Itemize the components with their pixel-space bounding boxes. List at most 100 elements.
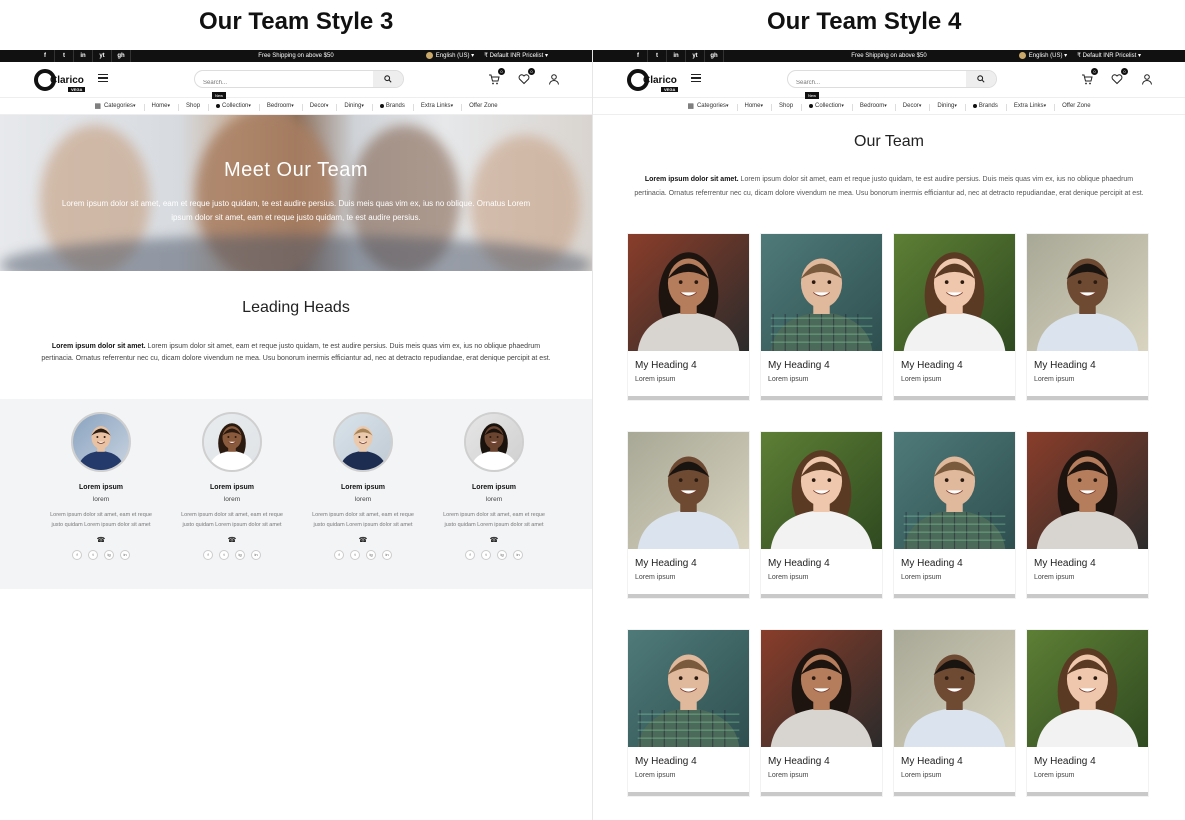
team-card-heading: My Heading 4 (768, 360, 830, 371)
linkedin-icon[interactable]: in (667, 50, 686, 62)
nav-decor[interactable]: Decor (301, 103, 337, 111)
team-card-photo (894, 234, 1015, 351)
search-input[interactable] (195, 75, 365, 91)
language-selector[interactable]: English (US) ▾ (425, 52, 474, 60)
search-button[interactable] (966, 71, 996, 87)
team-card[interactable]: My Heading 4 Lorem ipsum (628, 234, 749, 400)
wishlist-button[interactable]: 0 (518, 68, 535, 85)
team-card[interactable]: My Heading 4 Lorem ipsum (894, 630, 1015, 796)
pricelist-selector[interactable]: ₹ Default INR Pricelist ▾ (1077, 52, 1141, 59)
team-member-card: Lorem ipsum lorem Lorem ipsum dolor sit … (439, 412, 549, 560)
collection-dot-icon (216, 104, 221, 108)
nav-categories[interactable]: ▦ Categories (679, 102, 736, 110)
account-button[interactable] (548, 72, 560, 85)
facebook-icon[interactable]: f (334, 550, 344, 560)
nav-dining[interactable]: Dining (929, 103, 965, 111)
instagram-icon[interactable]: ig (104, 550, 114, 560)
member-bio: Lorem ipsum dolor sit amet, eam et reque… (50, 512, 152, 528)
twitter-icon[interactable]: t (88, 550, 98, 560)
member-social-links: f t ig in (46, 550, 156, 560)
team-card-photo (761, 234, 882, 351)
linkedin-icon[interactable]: in (382, 550, 392, 560)
team-card-subtitle: Lorem ipsum (1034, 574, 1075, 581)
language-selector[interactable]: English (US) ▾ (1018, 52, 1067, 60)
team-card[interactable]: My Heading 4 Lorem ipsum (628, 630, 749, 796)
instagram-icon[interactable]: ig (497, 550, 507, 560)
team-card-subtitle: Lorem ipsum (768, 772, 809, 779)
nav-home[interactable]: Home (143, 103, 179, 111)
linkedin-icon[interactable]: in (74, 50, 93, 62)
nav-extra-links[interactable]: Extra Links (1005, 103, 1054, 111)
menu-icon[interactable] (691, 74, 701, 82)
facebook-icon[interactable]: f (465, 550, 475, 560)
search-button[interactable] (373, 71, 403, 87)
facebook-icon[interactable]: f (203, 550, 213, 560)
team-card[interactable]: My Heading 4 Lorem ipsum (1027, 630, 1148, 796)
nav-brands[interactable]: Brands (371, 103, 413, 111)
nav-bedroom[interactable]: Bedroom (258, 103, 302, 111)
nav-shop[interactable]: Shop (178, 103, 208, 111)
nav-offer-zone[interactable]: Offer Zone (1054, 103, 1099, 111)
twitter-icon[interactable]: t (219, 550, 229, 560)
cart-count: 0 (1091, 68, 1098, 75)
twitter-icon[interactable]: t (481, 550, 491, 560)
twitter-icon[interactable]: t (350, 550, 360, 560)
cart-button[interactable]: 0 (488, 68, 505, 85)
wishlist-count: 0 (1121, 68, 1128, 75)
heart-icon (1111, 74, 1123, 85)
team-card[interactable]: My Heading 4 Lorem ipsum (761, 630, 882, 796)
team-card[interactable]: My Heading 4 Lorem ipsum (1027, 432, 1148, 598)
nav-dining[interactable]: Dining (336, 103, 372, 111)
nav-categories[interactable]: ▦ Categories (86, 102, 143, 110)
team-card[interactable]: My Heading 4 Lorem ipsum (894, 432, 1015, 598)
new-badge: New (805, 92, 820, 99)
youtube-icon[interactable]: yt (93, 50, 112, 62)
phone-icon[interactable]: ☎ (46, 536, 156, 544)
facebook-icon[interactable]: f (72, 550, 82, 560)
twitter-icon[interactable]: t (55, 50, 74, 62)
team-card[interactable]: My Heading 4 Lorem ipsum (761, 432, 882, 598)
youtube-icon[interactable]: yt (686, 50, 705, 62)
nav-collection[interactable]: New Collection (801, 92, 852, 111)
clarico-logo[interactable]: Clarico VEGA (34, 69, 86, 92)
cart-button[interactable]: 0 (1081, 68, 1098, 85)
nav-shop[interactable]: Shop (771, 103, 801, 111)
team-card[interactable]: My Heading 4 Lorem ipsum (894, 234, 1015, 400)
github-icon[interactable]: gh (112, 50, 131, 62)
nav-extra-links[interactable]: Extra Links (412, 103, 461, 111)
account-button[interactable] (1141, 72, 1153, 85)
linkedin-icon[interactable]: in (120, 550, 130, 560)
nav-bedroom[interactable]: Bedroom (851, 103, 895, 111)
leading-heads-description: Lorem ipsum dolor sit amet. Lorem ipsum … (36, 341, 556, 365)
menu-icon[interactable] (98, 74, 108, 82)
nav-home[interactable]: Home (736, 103, 772, 111)
phone-icon[interactable]: ☎ (308, 536, 418, 544)
nav-collection[interactable]: New Collection (208, 92, 259, 111)
site-header: Clarico VEGA 0 0 (0, 62, 592, 98)
clarico-logo[interactable]: Clarico VEGA (627, 69, 679, 92)
phone-icon[interactable]: ☎ (439, 536, 549, 544)
nav-offer-zone[interactable]: Offer Zone (461, 103, 506, 111)
member-social-links: f t ig in (439, 550, 549, 560)
team-card[interactable]: My Heading 4 Lorem ipsum (628, 432, 749, 598)
search-box (787, 70, 997, 91)
search-input[interactable] (788, 75, 958, 91)
team-grid: My Heading 4 Lorem ipsum My Heading 4 Lo… (628, 234, 1150, 796)
instagram-icon[interactable]: ig (235, 550, 245, 560)
team-card-photo (761, 630, 882, 747)
twitter-icon[interactable]: t (648, 50, 667, 62)
wishlist-button[interactable]: 0 (1111, 68, 1128, 85)
linkedin-icon[interactable]: in (251, 550, 261, 560)
team-card[interactable]: My Heading 4 Lorem ipsum (1027, 234, 1148, 400)
user-icon (549, 74, 559, 85)
linkedin-icon[interactable]: in (513, 550, 523, 560)
phone-icon[interactable]: ☎ (177, 536, 287, 544)
team-card[interactable]: My Heading 4 Lorem ipsum (761, 234, 882, 400)
instagram-icon[interactable]: ig (366, 550, 376, 560)
facebook-icon[interactable]: f (629, 50, 648, 62)
nav-brands[interactable]: Brands (964, 103, 1006, 111)
github-icon[interactable]: gh (705, 50, 724, 62)
nav-decor[interactable]: Decor (894, 103, 930, 111)
facebook-icon[interactable]: f (36, 50, 55, 62)
pricelist-selector[interactable]: ₹ Default INR Pricelist ▾ (484, 52, 548, 59)
